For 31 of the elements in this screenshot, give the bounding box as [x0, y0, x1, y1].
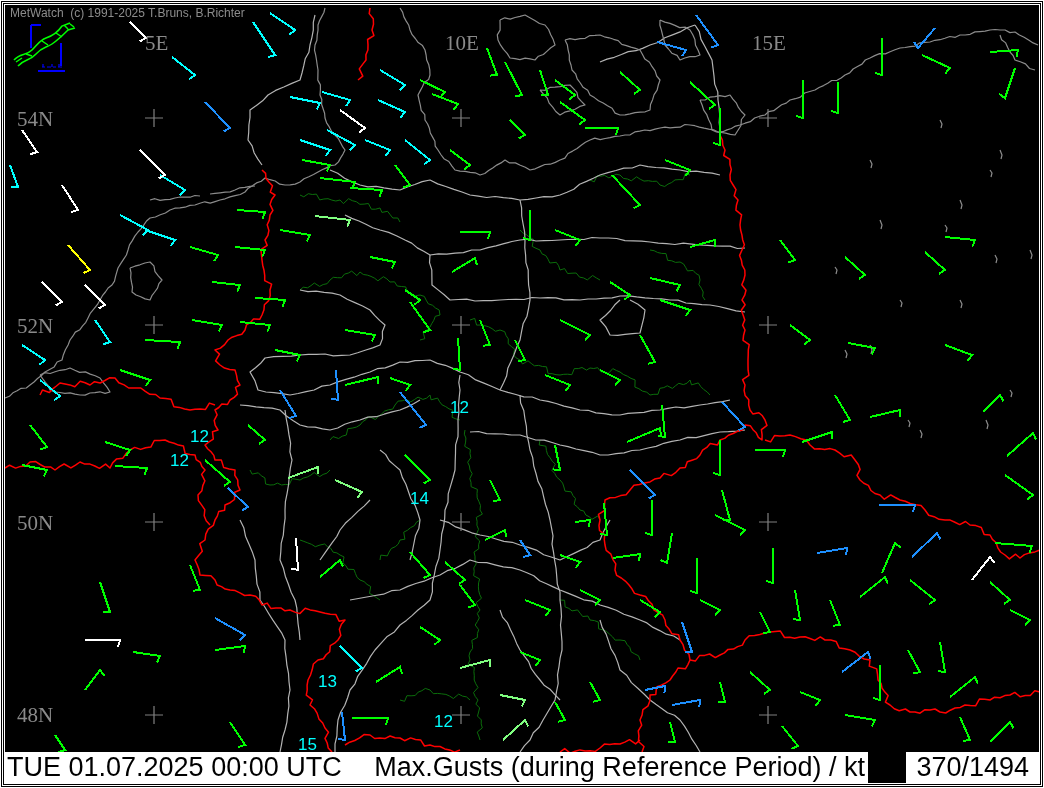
grid-cross-icon — [451, 512, 471, 532]
grid-cross-icon — [451, 108, 471, 128]
grid-cross-icon — [144, 108, 164, 128]
grid-cross-icon — [758, 108, 778, 128]
copyright-text: MetWatch (c) 1991-2025 T.Bruns, B.Richter — [10, 6, 245, 20]
grid-cross-icon — [144, 315, 164, 335]
station-count-text: 370/1494 — [906, 752, 1039, 783]
date-time-text: TUE 01.07.2025 00:00 UTC — [7, 752, 342, 783]
latitude-label: 52N — [17, 314, 54, 338]
grid-cross-icon — [451, 705, 471, 725]
latitude-label: 48N — [17, 703, 54, 727]
grid-cross-icon — [758, 512, 778, 532]
gust-value-label: 15 — [298, 735, 317, 752]
grid-cross-icon — [758, 315, 778, 335]
grid-cross-icon — [451, 315, 471, 335]
latitude-label: 54N — [17, 107, 54, 131]
grid-cross-icon — [144, 512, 164, 532]
gust-value-label: 12 — [450, 398, 469, 417]
logo-icon — [14, 23, 75, 71]
latitude-label: 50N — [17, 511, 54, 535]
longitude-label: 15E — [752, 31, 786, 55]
grid-cross-icon — [758, 705, 778, 725]
gust-value-label: 14 — [410, 489, 429, 508]
longitude-label: 10E — [445, 31, 479, 55]
grid-cross-icon — [144, 705, 164, 725]
gust-value-label: 13 — [318, 672, 337, 691]
gust-value-label: 12 — [190, 427, 209, 446]
gust-value-label: 12 — [434, 712, 453, 731]
map-title-text: Max.Gusts (during Reference Period) / kt — [374, 752, 865, 783]
gust-value-label: 12 — [170, 451, 189, 470]
longitude-label: 5E — [145, 31, 169, 55]
